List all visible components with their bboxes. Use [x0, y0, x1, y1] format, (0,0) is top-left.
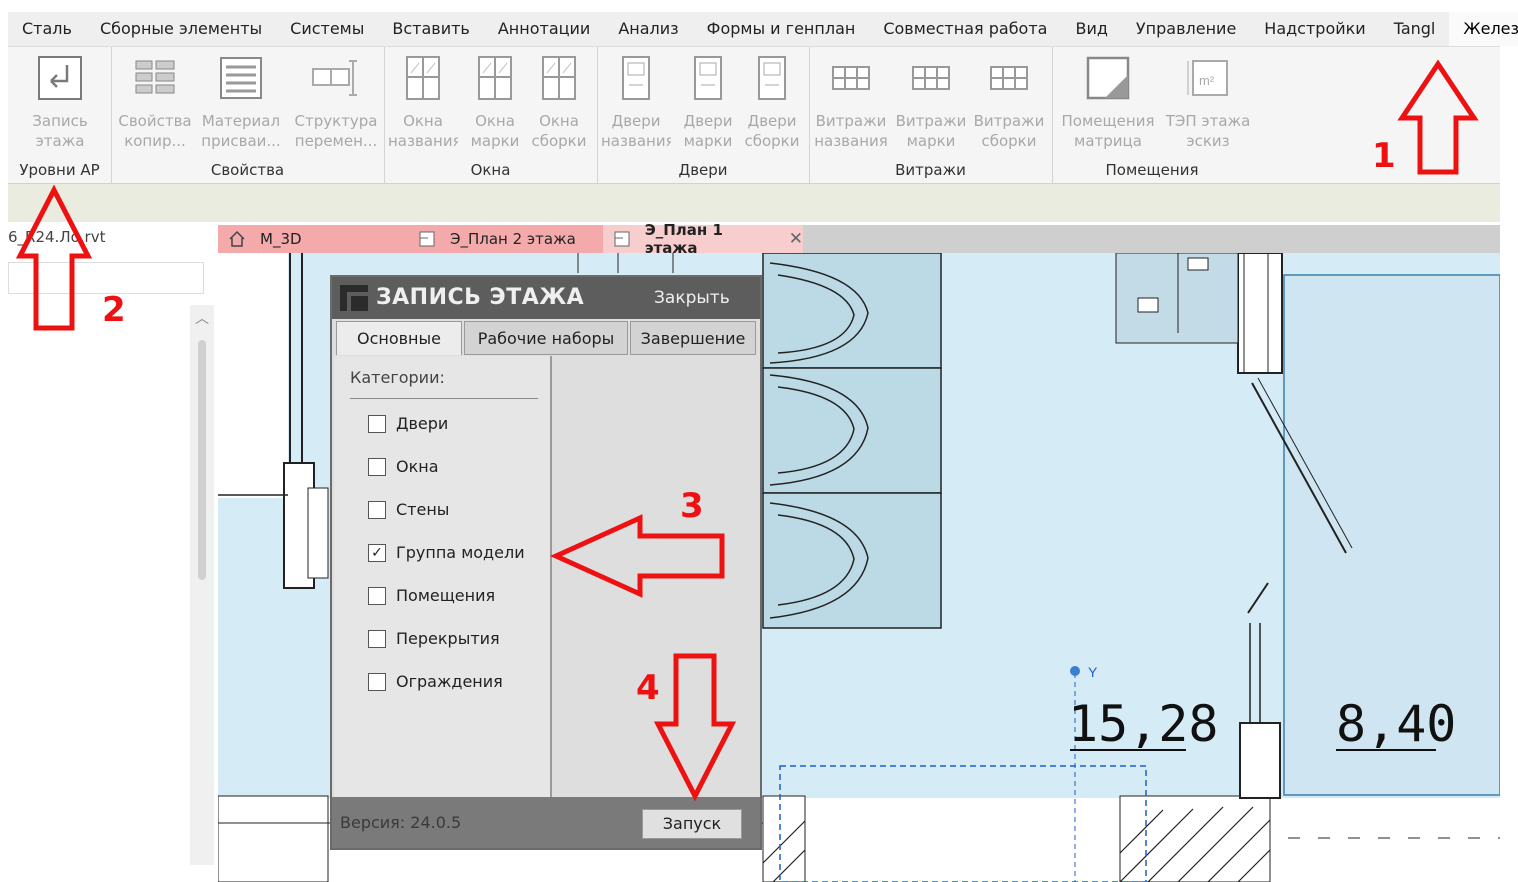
annotation-arrow-up-icon [15, 184, 93, 331]
annotation-overlay [15, 59, 1479, 802]
annotation-number: 2 [102, 290, 126, 330]
annotation-arrow-up-icon [1397, 59, 1479, 175]
annotation-arrow-down-icon [653, 653, 737, 802]
annotation-number: 3 [680, 486, 704, 526]
annotation-number: 4 [636, 668, 660, 708]
annotation-number: 1 [1372, 136, 1396, 176]
annotation-arrow-left-icon [549, 514, 725, 598]
